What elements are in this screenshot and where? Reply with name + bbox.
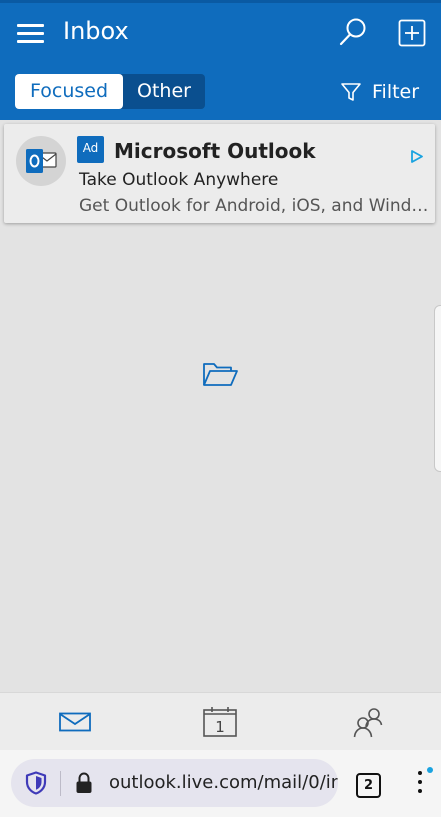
message-subject: Take Outlook Anywhere [79,170,279,190]
page-title: Inbox [63,17,129,45]
mail-icon [59,712,91,732]
calendar-day-number: 1 [215,718,225,736]
message-preview: Get Outlook for Android, iOS, and Window… [79,196,429,216]
hamburger-menu-icon[interactable] [17,24,44,46]
message-list-item[interactable]: Ad Microsoft Outlook Take Outlook Anywhe… [4,124,435,223]
search-icon[interactable] [338,17,368,47]
nav-mail-button[interactable] [45,693,105,751]
browser-toolbar: outlook.live.com/mail/0/inbox 2 [0,750,441,817]
tab-focused[interactable]: Focused [15,74,123,109]
tab-other[interactable]: Other [123,74,205,109]
nav-people-button[interactable] [338,693,398,751]
filter-button[interactable]: Filter [340,81,419,103]
open-folder-icon [202,360,239,392]
ad-badge: Ad [77,136,104,163]
calendar-icon: 1 [203,707,237,737]
shield-icon[interactable] [25,771,47,795]
app-header: Inbox Focused Other Filter [0,0,441,120]
filter-icon [341,83,361,101]
notification-dot [427,767,433,773]
people-icon [353,708,383,738]
scroll-handle[interactable] [434,305,441,472]
address-bar[interactable]: outlook.live.com/mail/0/inbox [11,759,338,807]
nav-calendar-button[interactable]: 1 [190,693,250,751]
inbox-pivot: Focused Other [15,74,205,109]
compose-icon[interactable] [398,19,426,47]
ad-choices-icon[interactable] [410,148,423,167]
address-bar-divider [60,771,61,796]
overflow-menu-icon[interactable] [412,766,428,800]
tab-count-button[interactable]: 2 [356,773,381,798]
outlook-logo-icon [16,136,66,186]
bottom-navigation: 1 [0,692,441,751]
lock-icon[interactable] [75,772,93,794]
filter-label: Filter [372,81,420,103]
message-sender: Microsoft Outlook [114,139,316,163]
url-text: outlook.live.com/mail/0/inbox [109,772,338,793]
